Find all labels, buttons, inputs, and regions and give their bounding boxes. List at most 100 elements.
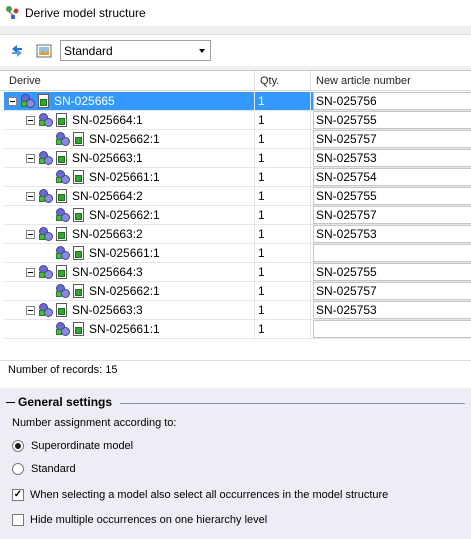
collapse-node-icon[interactable] [26,115,35,125]
new-article-number-input[interactable]: SN-025757 [313,206,471,224]
part-icon [73,208,85,222]
table-row[interactable]: SN-025662:1 1 SN-025757 [4,282,471,301]
radio-standard[interactable]: Standard [12,463,76,475]
new-article-number-input[interactable]: SN-025753 [313,149,471,167]
new-article-number-input[interactable]: SN-025753 [313,301,471,319]
checkbox-select-all-indicator[interactable]: ✓ [12,489,24,501]
collapse-icon [6,401,15,403]
assembly-icon [39,189,53,203]
new-article-number-input[interactable]: SN-025753 [313,225,471,243]
preview-button[interactable] [34,41,54,61]
collapse-node-icon[interactable] [8,96,17,106]
part-icon [56,303,68,317]
refresh-icon [12,44,22,57]
table-row[interactable]: SN-025661:1 1 [4,320,471,339]
checkbox-hide-multiple-indicator[interactable] [12,514,24,526]
derive-cell[interactable]: SN-025662:1 [4,130,254,148]
new-article-number-input[interactable] [313,244,471,262]
table-row[interactable]: SN-025663:2 1 SN-025753 [4,225,471,244]
assembly-icon [39,113,53,127]
general-settings-header[interactable]: General settings [6,395,112,409]
column-header-derive[interactable]: Derive [4,71,254,91]
model-name: SN-025662:1 [89,208,160,222]
new-article-number-input[interactable]: SN-025755 [313,263,471,281]
new-article-cell: SN-025754 [310,168,471,186]
table-row[interactable]: SN-025664:3 1 SN-025755 [4,263,471,282]
assembly-icon [39,227,53,241]
table-row[interactable]: SN-025664:2 1 SN-025755 [4,187,471,206]
new-article-number-input[interactable]: SN-025755 [313,111,471,129]
collapse-node-icon[interactable] [26,229,35,239]
collapse-node-icon[interactable] [26,153,35,163]
records-count: Number of records: 15 [0,360,471,388]
model-name: SN-025662:1 [89,284,160,298]
checkbox-select-all-occurrences[interactable]: ✓ When selecting a model also select all… [12,489,388,501]
radio-standard-indicator[interactable] [12,463,24,475]
collapse-node-icon[interactable] [26,305,35,315]
new-article-number-input[interactable]: SN-025756 [313,92,471,110]
model-name: SN-025664:3 [72,265,143,279]
column-header-new-article-number[interactable]: New article number [310,71,471,91]
window-title: Derive model structure [25,6,146,20]
derive-cell[interactable]: SN-025663:3 [4,301,254,319]
part-icon [56,227,68,241]
collapse-node-icon[interactable] [26,191,35,201]
new-article-number-input[interactable]: SN-025755 [313,187,471,205]
collapse-node-icon[interactable] [26,267,35,277]
assembly-icon [39,151,53,165]
new-article-number-input[interactable]: SN-025754 [313,168,471,186]
qty-cell: 1 [254,92,310,110]
model-name: SN-025661:1 [89,246,160,260]
assembly-icon [56,170,70,184]
table-row[interactable]: SN-025661:1 1 SN-025754 [4,168,471,187]
derive-cell[interactable]: SN-025664:1 [4,111,254,129]
qty-cell: 1 [254,187,310,205]
table-row[interactable]: SN-025662:1 1 SN-025757 [4,130,471,149]
new-article-cell: SN-025757 [310,206,471,224]
model-name: SN-025665 [54,94,115,108]
radio-superordinate-model[interactable]: Superordinate model [12,440,133,452]
new-article-cell: SN-025757 [310,282,471,300]
checkbox-select-all-label: When selecting a model also select all o… [30,489,389,501]
qty-cell: 1 [254,244,310,262]
derive-cell[interactable]: SN-025664:2 [4,187,254,205]
part-icon [56,151,68,165]
table-row[interactable]: SN-025663:3 1 SN-025753 [4,301,471,320]
radio-standard-label: Standard [31,463,76,475]
qty-cell: 1 [254,206,310,224]
column-header-qty[interactable]: Qty. [254,71,310,91]
derive-cell[interactable]: SN-025661:1 [4,168,254,186]
refresh-button[interactable] [7,41,27,61]
checkbox-hide-multiple-occurrences[interactable]: Hide multiple occurrences on one hierarc… [12,514,267,526]
new-article-cell: SN-025755 [310,111,471,129]
derive-cell[interactable]: SN-025662:1 [4,206,254,224]
new-article-number-input[interactable] [313,320,471,338]
derive-cell[interactable]: SN-025661:1 [4,320,254,338]
qty-cell: 1 [254,282,310,300]
model-name: SN-025661:1 [89,170,160,184]
new-article-number-input[interactable]: SN-025757 [313,282,471,300]
derive-cell[interactable]: SN-025665 [4,92,254,110]
assembly-icon [56,246,70,260]
table-row[interactable]: SN-025664:1 1 SN-025755 [4,111,471,130]
part-icon [73,284,85,298]
table-row[interactable]: SN-025665 1 SN-025756 [4,92,471,111]
new-article-number-input[interactable]: SN-025757 [313,130,471,148]
new-article-cell: SN-025753 [310,301,471,319]
qty-cell: 1 [254,320,310,338]
view-select[interactable]: Standard [60,40,211,61]
title-bar: Derive model structure [0,0,471,26]
derive-cell[interactable]: SN-025663:1 [4,149,254,167]
checkbox-hide-multiple-label: Hide multiple occurrences on one hierarc… [30,514,268,526]
table-row[interactable]: SN-025661:1 1 [4,244,471,263]
derive-cell[interactable]: SN-025664:3 [4,263,254,281]
derive-cell[interactable]: SN-025661:1 [4,244,254,262]
derive-cell[interactable]: SN-025663:2 [4,225,254,243]
radio-superordinate-indicator[interactable] [12,440,24,452]
qty-cell: 1 [254,225,310,243]
radio-superordinate-label: Superordinate model [31,440,134,452]
table-row[interactable]: SN-025663:1 1 SN-025753 [4,149,471,168]
table-row[interactable]: SN-025662:1 1 SN-025757 [4,206,471,225]
model-structure-grid: Derive Qty. New article number SN-025665… [0,70,471,427]
derive-cell[interactable]: SN-025662:1 [4,282,254,300]
